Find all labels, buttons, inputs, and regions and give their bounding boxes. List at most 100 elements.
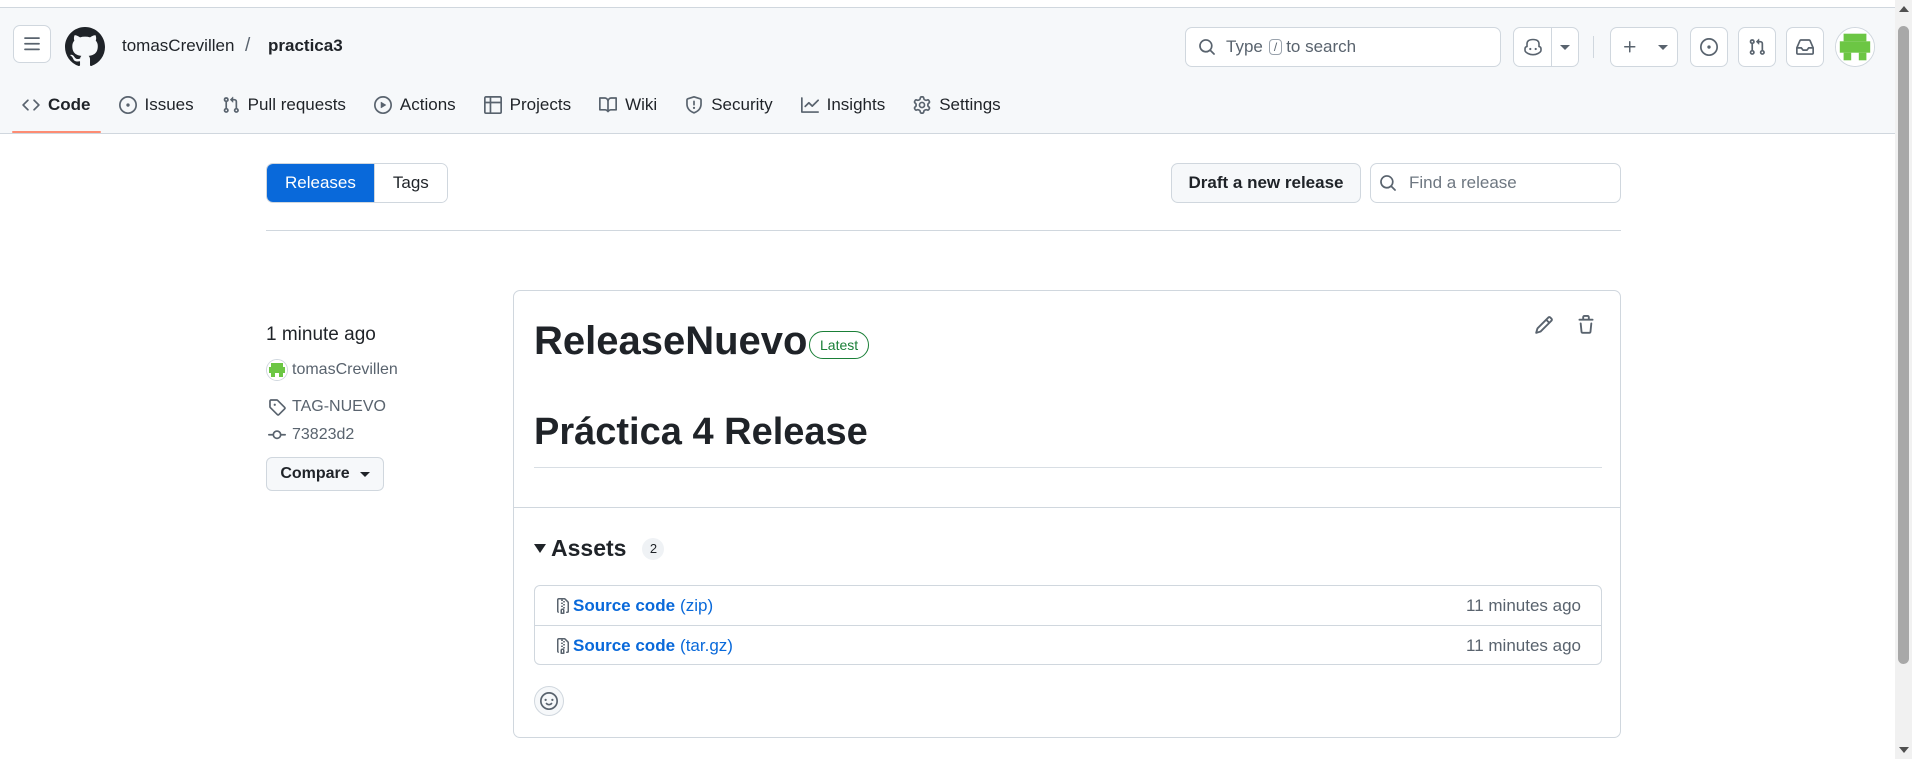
file-zip-icon: [557, 637, 569, 654]
code-icon: [22, 99, 40, 111]
repo-owner-link[interactable]: tomasCrevillen: [122, 36, 234, 56]
tab-projects[interactable]: Projects: [472, 86, 583, 124]
issues-button[interactable]: [1690, 27, 1728, 67]
asset-time: 11 minutes ago: [1466, 596, 1581, 615]
draft-new-release-button[interactable]: Draft a new release: [1171, 163, 1361, 203]
tab-insights-label: Insights: [826, 95, 886, 114]
asset-name[interactable]: Source code: [573, 636, 675, 656]
repo-header: tomasCrevillen / practica3 Type / to sea…: [0, 8, 1895, 134]
pencil-icon[interactable]: [1534, 315, 1558, 339]
issue-opened-icon: [118, 96, 137, 114]
copilot-dropdown-icon[interactable]: [1552, 28, 1578, 66]
plus-icon[interactable]: [1611, 28, 1649, 66]
tab-wiki[interactable]: Wiki: [587, 86, 669, 124]
tab-security-label: Security: [711, 95, 773, 114]
tab-settings[interactable]: Settings: [901, 86, 1012, 124]
search-icon: [1380, 175, 1396, 191]
tab-security[interactable]: Security: [673, 86, 784, 124]
graph-icon: [800, 97, 819, 113]
tab-code[interactable]: Code: [10, 86, 103, 133]
list-item[interactable]: Source code (tar.gz) 11 minutes ago: [535, 625, 1601, 665]
user-avatar[interactable]: [1835, 27, 1875, 67]
scroll-down-icon[interactable]: [1899, 747, 1909, 753]
assets-toggle[interactable]: Assets 2: [534, 535, 665, 562]
trash-icon[interactable]: [1576, 315, 1600, 339]
tab-projects-label: Projects: [509, 95, 572, 114]
browser-top-edge: [0, 0, 1912, 8]
asset-ext[interactable]: (tar.gz): [680, 636, 733, 656]
repo-name-link[interactable]: practica3: [268, 36, 343, 56]
heading-rule: [534, 467, 1602, 468]
add-reaction-button[interactable]: [534, 686, 564, 716]
list-item[interactable]: Source code (zip) 11 minutes ago: [535, 586, 1601, 626]
release-author[interactable]: tomasCrevillen: [266, 359, 398, 381]
scrollbar-thumb[interactable]: [1898, 26, 1909, 664]
page-scrollbar[interactable]: [1895, 0, 1912, 759]
pull-requests-button[interactable]: [1738, 27, 1776, 67]
search-icon: [1199, 39, 1215, 55]
find-release-input[interactable]: [1407, 172, 1607, 194]
play-icon: [373, 96, 392, 114]
tab-wiki-label: Wiki: [625, 95, 658, 114]
triangle-down-icon: [534, 544, 546, 553]
copilot-button[interactable]: [1513, 27, 1579, 67]
git-pull-request-icon: [1749, 38, 1765, 55]
tab-issues[interactable]: Issues: [107, 86, 206, 124]
releases-tags-toggle: Releases Tags: [266, 163, 448, 203]
tab-insights[interactable]: Insights: [789, 86, 898, 124]
scroll-up-icon[interactable]: [1899, 6, 1909, 12]
card-divider: [514, 507, 1620, 508]
tab-actions[interactable]: Actions: [362, 86, 468, 124]
release-card: ReleaseNuevo Latest Práctica 4 Release A…: [513, 290, 1621, 738]
table-icon: [483, 96, 502, 114]
tab-issues-label: Issues: [144, 95, 194, 114]
tag-name[interactable]: TAG-NUEVO: [292, 398, 386, 416]
assets-list: Source code (zip) 11 minutes ago Source …: [534, 585, 1602, 665]
repo-nav: Code Issues Pull requests Actions Projec…: [10, 86, 1017, 134]
chevron-down-icon: [359, 471, 370, 477]
file-zip-icon: [557, 598, 569, 614]
find-release-field[interactable]: [1370, 163, 1621, 203]
create-dropdown-icon[interactable]: [1649, 28, 1677, 66]
tab-actions-label: Actions: [399, 95, 456, 114]
smiley-icon: [540, 692, 558, 710]
asset-name[interactable]: Source code: [573, 596, 675, 616]
asset-ext[interactable]: (zip): [680, 596, 713, 616]
issue-opened-icon: [1700, 38, 1718, 56]
book-icon: [599, 97, 618, 113]
commit-sha[interactable]: 73823d2: [292, 426, 354, 444]
asset-time: 11 minutes ago: [1466, 635, 1581, 655]
shield-icon: [686, 96, 703, 114]
header-divider: [1593, 36, 1594, 58]
release-time: 1 minute ago: [266, 324, 376, 345]
tab-pull-requests[interactable]: Pull requests: [210, 86, 358, 124]
tab-pull-requests-label: Pull requests: [247, 95, 346, 114]
assets-count-badge: 2: [642, 537, 665, 560]
release-commit[interactable]: 73823d2: [266, 424, 354, 446]
inbox-button[interactable]: [1786, 27, 1824, 67]
search-input[interactable]: Type / to search: [1185, 27, 1501, 67]
release-tag[interactable]: TAG-NUEVO: [266, 396, 386, 418]
copilot-icon[interactable]: [1514, 28, 1551, 66]
compare-label: Compare: [280, 465, 350, 482]
menu-button[interactable]: [13, 25, 51, 63]
latest-badge: Latest: [809, 331, 870, 359]
tags-tab[interactable]: Tags: [373, 164, 447, 202]
release-title[interactable]: ReleaseNuevo: [534, 319, 807, 364]
releases-tab[interactable]: Releases: [267, 164, 374, 202]
search-shortcut-key: /: [1268, 39, 1283, 55]
breadcrumb-separator: /: [245, 35, 251, 56]
compare-button[interactable]: Compare: [266, 457, 384, 491]
create-new-button[interactable]: [1610, 27, 1678, 67]
search-suffix-text: to search: [1286, 37, 1357, 56]
github-logo-icon[interactable]: [65, 27, 105, 67]
tab-code-label: Code: [48, 95, 91, 114]
tag-icon: [269, 399, 286, 416]
hamburger-icon: [24, 37, 40, 51]
search-prefix-text: Type: [1226, 37, 1263, 56]
author-avatar: [266, 359, 288, 381]
tab-settings-label: Settings: [939, 95, 1001, 114]
git-pull-request-icon: [223, 96, 239, 113]
release-body-heading: Práctica 4 Release: [534, 411, 868, 453]
author-name[interactable]: tomasCrevillen: [292, 361, 398, 379]
